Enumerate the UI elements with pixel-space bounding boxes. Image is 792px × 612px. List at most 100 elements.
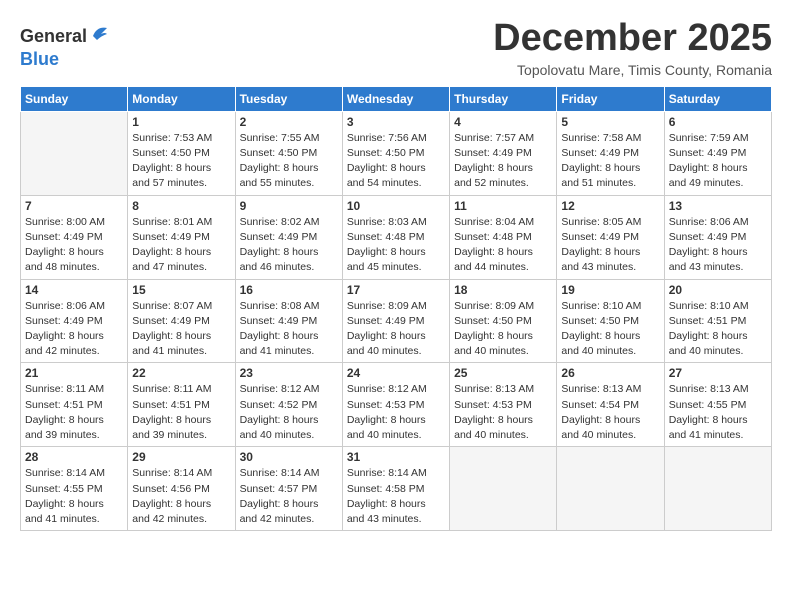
day-info: Sunrise: 8:10 AMSunset: 4:50 PMDaylight:…	[561, 299, 659, 360]
day-info: Sunrise: 8:12 AMSunset: 4:53 PMDaylight:…	[347, 382, 445, 443]
day-number: 28	[25, 450, 123, 464]
calendar-cell: 1 Sunrise: 7:53 AMSunset: 4:50 PMDaylight…	[128, 111, 235, 195]
day-number: 15	[132, 283, 230, 297]
day-info: Sunrise: 8:12 AMSunset: 4:52 PMDaylight:…	[240, 382, 338, 443]
day-info: Sunrise: 8:14 AMSunset: 4:55 PMDaylight:…	[25, 466, 123, 527]
calendar-week-5: 28 Sunrise: 8:14 AMSunset: 4:55 PMDayligh…	[21, 447, 772, 531]
calendar-cell: 12Sunrise: 8:05 AMSunset: 4:49 PMDayligh…	[557, 195, 664, 279]
calendar-cell: 10 Sunrise: 8:03 AMSunset: 4:48 PMDayligh…	[342, 195, 449, 279]
day-number: 23	[240, 366, 338, 380]
day-number: 8	[132, 199, 230, 213]
calendar-header-sunday: Sunday	[21, 86, 128, 111]
day-number: 3	[347, 115, 445, 129]
calendar-week-3: 14 Sunrise: 8:06 AMSunset: 4:49 PMDayligh…	[21, 279, 772, 363]
calendar-cell: 13 Sunrise: 8:06 AMSunset: 4:49 PMDayligh…	[664, 195, 771, 279]
day-number: 24	[347, 366, 445, 380]
calendar-cell: 17Sunrise: 8:09 AMSunset: 4:49 PMDayligh…	[342, 279, 449, 363]
logo-blue-text: Blue	[20, 50, 59, 68]
day-number: 25	[454, 366, 552, 380]
day-number: 6	[669, 115, 767, 129]
calendar-cell: 23 Sunrise: 8:12 AMSunset: 4:52 PMDayligh…	[235, 363, 342, 447]
day-number: 31	[347, 450, 445, 464]
calendar-header-monday: Monday	[128, 86, 235, 111]
day-number: 13	[669, 199, 767, 213]
day-info: Sunrise: 8:03 AMSunset: 4:48 PMDaylight:…	[347, 215, 445, 276]
day-number: 27	[669, 366, 767, 380]
day-number: 29	[132, 450, 230, 464]
day-number: 10	[347, 199, 445, 213]
day-info: Sunrise: 8:11 AMSunset: 4:51 PMDaylight:…	[132, 382, 230, 443]
day-info: Sunrise: 7:57 AMSunset: 4:49 PMDaylight:…	[454, 131, 552, 192]
calendar-week-4: 21 Sunrise: 8:11 AMSunset: 4:51 PMDayligh…	[21, 363, 772, 447]
day-info: Sunrise: 8:09 AMSunset: 4:50 PMDaylight:…	[454, 299, 552, 360]
day-number: 21	[25, 366, 123, 380]
day-number: 1	[132, 115, 230, 129]
calendar-cell: 25Sunrise: 8:13 AMSunset: 4:53 PMDayligh…	[450, 363, 557, 447]
day-info: Sunrise: 8:11 AMSunset: 4:51 PMDaylight:…	[25, 382, 123, 443]
day-info: Sunrise: 7:59 AMSunset: 4:49 PMDaylight:…	[669, 131, 767, 192]
day-number: 4	[454, 115, 552, 129]
day-number: 14	[25, 283, 123, 297]
calendar-header-friday: Friday	[557, 86, 664, 111]
calendar-cell: 6 Sunrise: 7:59 AMSunset: 4:49 PMDaylight…	[664, 111, 771, 195]
day-info: Sunrise: 7:56 AMSunset: 4:50 PMDaylight:…	[347, 131, 445, 192]
calendar-week-2: 7Sunrise: 8:00 AMSunset: 4:49 PMDaylight…	[21, 195, 772, 279]
calendar-cell	[450, 447, 557, 531]
calendar-cell: 4 Sunrise: 7:57 AMSunset: 4:49 PMDaylight…	[450, 111, 557, 195]
day-number: 9	[240, 199, 338, 213]
calendar-cell	[21, 111, 128, 195]
calendar-cell: 22 Sunrise: 8:11 AMSunset: 4:51 PMDayligh…	[128, 363, 235, 447]
day-number: 22	[132, 366, 230, 380]
day-number: 19	[561, 283, 659, 297]
day-number: 5	[561, 115, 659, 129]
day-info: Sunrise: 7:55 AMSunset: 4:50 PMDaylight:…	[240, 131, 338, 192]
calendar-cell: 2 Sunrise: 7:55 AMSunset: 4:50 PMDaylight…	[235, 111, 342, 195]
day-number: 30	[240, 450, 338, 464]
day-info: Sunrise: 8:14 AMSunset: 4:56 PMDaylight:…	[132, 466, 230, 527]
day-number: 7	[25, 199, 123, 213]
calendar-cell: 14 Sunrise: 8:06 AMSunset: 4:49 PMDayligh…	[21, 279, 128, 363]
day-info: Sunrise: 8:07 AMSunset: 4:49 PMDaylight:…	[132, 299, 230, 360]
day-info: Sunrise: 8:05 AMSunset: 4:49 PMDaylight:…	[561, 215, 659, 276]
title-section: December 2025 Topolovatu Mare, Timis Cou…	[493, 18, 772, 78]
logo-general-text: General	[20, 27, 87, 45]
day-info: Sunrise: 7:53 AMSunset: 4:50 PMDaylight:…	[132, 131, 230, 192]
calendar-cell: 8 Sunrise: 8:01 AMSunset: 4:49 PMDaylight…	[128, 195, 235, 279]
calendar-cell: 3 Sunrise: 7:56 AMSunset: 4:50 PMDaylight…	[342, 111, 449, 195]
day-info: Sunrise: 8:13 AMSunset: 4:54 PMDaylight:…	[561, 382, 659, 443]
calendar-header-tuesday: Tuesday	[235, 86, 342, 111]
day-info: Sunrise: 8:09 AMSunset: 4:49 PMDaylight:…	[347, 299, 445, 360]
day-number: 26	[561, 366, 659, 380]
day-number: 2	[240, 115, 338, 129]
calendar-cell: 20Sunrise: 8:10 AMSunset: 4:51 PMDayligh…	[664, 279, 771, 363]
calendar-table: SundayMondayTuesdayWednesdayThursdayFrid…	[20, 86, 772, 531]
page-container: General Blue December 2025 Topolovatu Ma…	[0, 0, 792, 541]
day-info: Sunrise: 8:10 AMSunset: 4:51 PMDaylight:…	[669, 299, 767, 360]
calendar-cell: 15 Sunrise: 8:07 AMSunset: 4:49 PMDayligh…	[128, 279, 235, 363]
calendar-cell: 27Sunrise: 8:13 AMSunset: 4:55 PMDayligh…	[664, 363, 771, 447]
logo-bird-icon	[89, 22, 111, 50]
day-info: Sunrise: 8:04 AMSunset: 4:48 PMDaylight:…	[454, 215, 552, 276]
calendar-cell: 11 Sunrise: 8:04 AMSunset: 4:48 PMDayligh…	[450, 195, 557, 279]
day-info: Sunrise: 8:01 AMSunset: 4:49 PMDaylight:…	[132, 215, 230, 276]
day-info: Sunrise: 8:06 AMSunset: 4:49 PMDaylight:…	[669, 215, 767, 276]
day-number: 18	[454, 283, 552, 297]
day-number: 11	[454, 199, 552, 213]
header-row: General Blue December 2025 Topolovatu Ma…	[20, 18, 772, 78]
month-title: December 2025	[493, 18, 772, 60]
day-info: Sunrise: 8:06 AMSunset: 4:49 PMDaylight:…	[25, 299, 123, 360]
day-info: Sunrise: 8:14 AMSunset: 4:58 PMDaylight:…	[347, 466, 445, 527]
calendar-cell: 26 Sunrise: 8:13 AMSunset: 4:54 PMDayligh…	[557, 363, 664, 447]
calendar-cell: 30 Sunrise: 8:14 AMSunset: 4:57 PMDayligh…	[235, 447, 342, 531]
day-info: Sunrise: 8:02 AMSunset: 4:49 PMDaylight:…	[240, 215, 338, 276]
calendar-cell	[557, 447, 664, 531]
calendar-cell: 9 Sunrise: 8:02 AMSunset: 4:49 PMDaylight…	[235, 195, 342, 279]
calendar-header-thursday: Thursday	[450, 86, 557, 111]
calendar-header-row: SundayMondayTuesdayWednesdayThursdayFrid…	[21, 86, 772, 111]
calendar-cell	[664, 447, 771, 531]
calendar-header-saturday: Saturday	[664, 86, 771, 111]
calendar-cell: 24 Sunrise: 8:12 AMSunset: 4:53 PMDayligh…	[342, 363, 449, 447]
day-info: Sunrise: 8:14 AMSunset: 4:57 PMDaylight:…	[240, 466, 338, 527]
logo: General Blue	[20, 22, 111, 68]
day-number: 16	[240, 283, 338, 297]
